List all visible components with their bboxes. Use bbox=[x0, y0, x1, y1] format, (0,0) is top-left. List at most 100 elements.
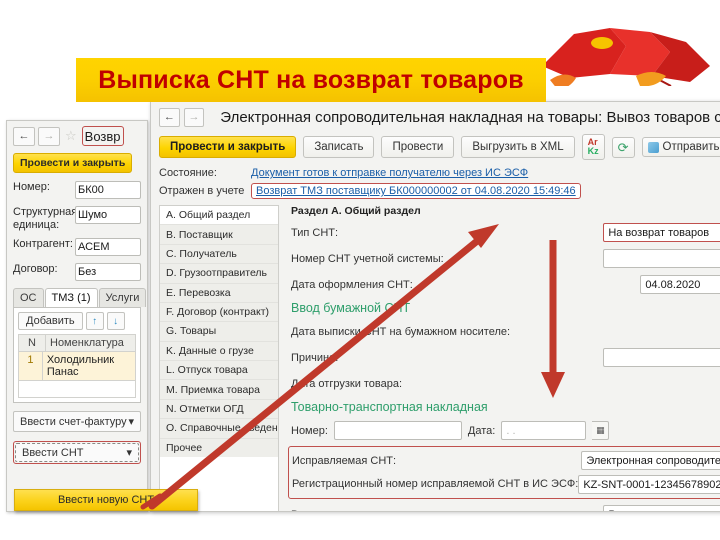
right-nav-bar: ← → Электронная сопроводительная накладн… bbox=[151, 102, 720, 129]
move-down-icon[interactable]: ↓ bbox=[106, 312, 125, 331]
add-row-button[interactable]: Добавить bbox=[18, 312, 83, 331]
grid-header-n: N bbox=[19, 335, 46, 352]
send-button[interactable]: Отправить bbox=[641, 137, 720, 157]
ttn-number-field[interactable] bbox=[333, 421, 462, 440]
table-row[interactable]: 1 Холодильник Панас bbox=[18, 352, 136, 382]
back-arrow-icon[interactable]: ← bbox=[159, 108, 180, 127]
ttn-date-label: Дата: bbox=[467, 424, 496, 437]
sidebar-item-c[interactable]: C. Получатель bbox=[160, 244, 278, 265]
reason-field[interactable] bbox=[603, 348, 720, 367]
sidebar-item-d[interactable]: D. Грузоотправитель bbox=[160, 264, 278, 284]
form-row-operation: Вид операции: Реализация товаров bbox=[291, 505, 720, 512]
tab-tmz[interactable]: ТМЗ (1) bbox=[44, 288, 98, 308]
grid-header-row: N Номенклатура bbox=[18, 334, 136, 353]
status-line: Состояние: Документ готов к отправке пол… bbox=[151, 165, 720, 181]
sidebar-item-e[interactable]: E. Перевозка bbox=[160, 283, 278, 303]
grid-header-nomenclature: Номенклатура bbox=[50, 337, 124, 350]
left-post-close-wrap: Провести и закрыть bbox=[13, 153, 142, 173]
section-content: Раздел А. Общий раздел Тип СНТ: На возвр… bbox=[279, 205, 720, 512]
ttn-number-label: Номер: bbox=[291, 424, 328, 437]
send-label: Отправить bbox=[662, 141, 720, 153]
field-label: Номер: bbox=[13, 181, 50, 193]
window-title: Электронная сопроводительная накладная н… bbox=[220, 109, 720, 126]
accounting-link[interactable]: Возврат ТМЗ поставщику БК000000002 от 04… bbox=[256, 185, 576, 197]
form-row-snt-date: Дата оформления СНТ: 04.08.2020 0:00:00 … bbox=[291, 275, 720, 294]
form-row: Номер: БК00 bbox=[13, 181, 141, 199]
accounting-label: Отражен в учете bbox=[159, 185, 245, 197]
reg-number-field[interactable]: KZ-SNT-0001-123456789021-20200305-493037… bbox=[578, 475, 720, 494]
save-button[interactable]: Записать bbox=[303, 136, 375, 158]
post-button[interactable]: Провести bbox=[381, 136, 455, 158]
paper-date-label: Дата выписки СНТ на бумажном носителе: bbox=[291, 325, 511, 338]
refresh-icon: ⟳ bbox=[617, 139, 629, 155]
star-icon[interactable]: ☆ bbox=[65, 128, 77, 144]
umbrella-icon bbox=[542, 28, 710, 86]
forward-arrow-icon[interactable]: → bbox=[38, 126, 60, 146]
sidebar-item-a[interactable]: A. Общий раздел bbox=[160, 206, 278, 226]
send-icon bbox=[647, 141, 659, 153]
section-list: A. Общий раздел B. Поставщик C. Получате… bbox=[159, 205, 279, 511]
snt-type-label: Тип СНТ: bbox=[291, 226, 339, 239]
sidebar-item-m[interactable]: M. Приемка товара bbox=[160, 380, 278, 400]
tab-services[interactable]: Услуги bbox=[98, 288, 147, 308]
ttn-date-field[interactable]: . . bbox=[501, 421, 587, 440]
sidebar-item-b[interactable]: B. Поставщик bbox=[160, 225, 278, 245]
field-label: Контрагент: bbox=[13, 238, 73, 251]
forward-arrow-icon[interactable]: → bbox=[183, 108, 205, 127]
structural-unit-field[interactable]: Шумо bbox=[75, 206, 141, 224]
field-label: Договор: bbox=[13, 263, 58, 276]
sidebar-item-other[interactable]: Прочее bbox=[160, 438, 278, 457]
chevron-down-icon[interactable]: ▾ bbox=[128, 415, 134, 428]
snt-date-field[interactable]: 04.08.2020 bbox=[640, 275, 720, 294]
sidebar-item-f[interactable]: F. Договор (контракт) bbox=[160, 302, 278, 323]
form-row-corrected-snt: Исправляемая СНТ: Электронная сопроводит… bbox=[292, 451, 720, 470]
sidebar-item-n[interactable]: N. Отметки ОГД bbox=[160, 399, 278, 420]
reason-label: Причина: bbox=[291, 351, 339, 364]
left-form: Номер: БК00 Структурная единица: Шумо Ко… bbox=[13, 181, 141, 282]
snt-number-field[interactable] bbox=[603, 249, 720, 268]
form-row-snt-number: Номер СНТ учетной системы: bbox=[291, 249, 720, 268]
create-invoice-button[interactable]: Ввести счет-фактуру ▾ bbox=[13, 411, 141, 433]
contract-field[interactable]: Без bbox=[75, 263, 141, 282]
form-row-reg-number: Регистрационный номер исправляемой СНТ в… bbox=[292, 475, 720, 494]
accounting-highlight: Возврат ТМЗ поставщику БК000000002 от 04… bbox=[251, 183, 581, 199]
refresh-button[interactable]: ⟳ bbox=[611, 136, 635, 158]
slide-root: Выписка СНТ на возврат товаров ← → ☆ Воз… bbox=[0, 0, 720, 540]
grid-empty-row bbox=[18, 381, 136, 399]
left-tab-bar: ОС ТМЗ (1) Услуги bbox=[13, 288, 147, 309]
corrected-snt-label: Исправляемая СНТ: bbox=[292, 454, 397, 467]
move-up-icon[interactable]: ↑ bbox=[85, 312, 104, 331]
tab-os[interactable]: ОС bbox=[13, 288, 44, 308]
back-arrow-icon[interactable]: ← bbox=[13, 126, 35, 146]
ttn-heading: Товарно-транспортная накладная bbox=[291, 400, 488, 414]
translate-icon: Ar Kz bbox=[588, 138, 599, 156]
form-row: Структурная единица: Шумо bbox=[13, 206, 141, 231]
export-xml-button[interactable]: Выгрузить в XML bbox=[461, 136, 575, 158]
translate-button[interactable]: Ar Kz bbox=[581, 134, 605, 160]
ship-date-label: Дата отгрузки товара: bbox=[291, 377, 403, 390]
post-and-close-button[interactable]: Провести и закрыть bbox=[159, 136, 297, 158]
sidebar-item-g[interactable]: G. Товары bbox=[160, 322, 278, 342]
status-label: Состояние: bbox=[159, 167, 217, 179]
status-link[interactable]: Документ готов к отправке получателю чер… bbox=[251, 167, 528, 179]
form-row: Контрагент: АСЕМ bbox=[13, 238, 141, 257]
sidebar-item-l[interactable]: L. Отпуск товара bbox=[160, 361, 278, 381]
form-row-snt-type: Тип СНТ: На возврат товаров bbox=[291, 223, 720, 242]
umbrella-decoration bbox=[530, 0, 720, 105]
number-field[interactable]: БК00 bbox=[75, 181, 141, 199]
post-and-close-button[interactable]: Провести и закрыть bbox=[13, 153, 133, 173]
sidebar-item-k[interactable]: K. Данные о грузе bbox=[160, 341, 278, 361]
calendar-icon[interactable]: ▦ bbox=[592, 421, 610, 440]
snt-type-field[interactable]: На возврат товаров bbox=[603, 223, 720, 242]
create-new-snt-menu-item[interactable]: Ввести новую СНТ bbox=[14, 489, 198, 511]
left-document-window: ← → ☆ Возвр Провести и закрыть Номер: БК… bbox=[6, 120, 148, 512]
corrected-snt-field[interactable]: Электронная сопроводительная накладная н… bbox=[581, 451, 720, 470]
counterparty-field[interactable]: АСЕМ bbox=[75, 238, 141, 257]
sidebar-item-o[interactable]: O. Справочные сведения bbox=[160, 419, 278, 439]
left-nav-bar: ← → ☆ Возвр bbox=[7, 121, 147, 148]
operation-label: Вид операции: bbox=[291, 509, 603, 512]
create-snt-label: Ввести СНТ bbox=[22, 446, 84, 459]
create-snt-button[interactable]: Ввести СНТ ▾ bbox=[15, 443, 139, 463]
chevron-down-icon[interactable]: ▾ bbox=[126, 446, 132, 459]
operation-field[interactable]: Реализация товаров bbox=[603, 505, 720, 511]
